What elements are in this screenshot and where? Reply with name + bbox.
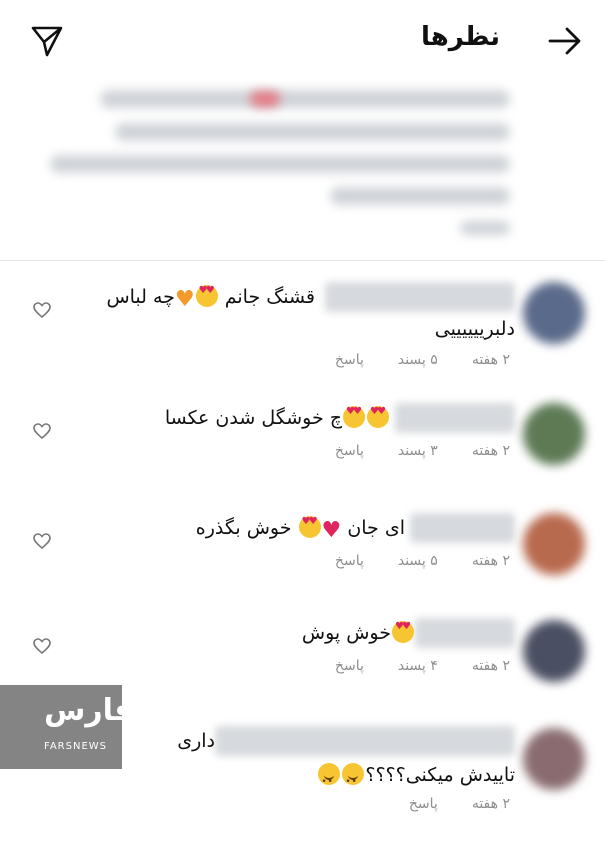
username-blurred[interactable] [395, 403, 515, 433]
divider [0, 260, 605, 261]
reply-button[interactable]: پاسخ [335, 352, 364, 368]
heart-eyes-emoji-icon [298, 516, 321, 538]
heart-outline-icon[interactable] [32, 421, 52, 441]
paper-plane-icon[interactable] [30, 24, 64, 58]
comment-meta: ۲ هفته ۵ پسند پاسخ [335, 553, 510, 569]
comment-text-part: ای جان [347, 517, 405, 539]
comment-text-line2: دلبرییییییی [434, 318, 515, 340]
comment-text-part: تاییدش میکنی؟؟؟؟ [365, 764, 515, 786]
comment-text-line2: تاییدش میکنی؟؟؟؟ [317, 758, 515, 799]
username-blurred[interactable] [410, 513, 515, 543]
reply-button[interactable]: پاسخ [335, 553, 364, 569]
reply-button[interactable]: پاسخ [335, 443, 364, 459]
comment-text: چ خوشگل شدن عکسا [165, 401, 390, 435]
comment-time: ۲ هفته [471, 352, 510, 368]
comment-meta: ۲ هفته ۳ پسند پاسخ [335, 443, 510, 459]
heart-eyes-emoji-icon [343, 406, 365, 428]
heart-eyes-emoji-icon [392, 621, 414, 643]
comment-time: ۲ هفته [471, 796, 510, 812]
comment-text: خوش پوش [302, 616, 415, 650]
comment-text-part: چ خوشگل شدن عکسا [164, 407, 342, 429]
username-blurred[interactable] [325, 282, 515, 312]
comment-text-part: چه لباس [106, 286, 175, 308]
heart-eyes-emoji-icon [367, 406, 389, 428]
comment-text-part: خوش بگذره [195, 517, 292, 539]
comment-meta: ۲ هفته ۵ پسند پاسخ [335, 352, 510, 368]
watermark-text: FARSNEWS [44, 741, 108, 752]
top-bar: نظرها [0, 0, 605, 80]
comment-item: قشنگ جانم ♥چه لباس دلبرییییییی ۲ هفته ۵ … [0, 270, 605, 380]
comment-text-part: قشنگ جانم [224, 286, 315, 308]
comment-time: ۲ هفته [471, 553, 510, 569]
username-blurred[interactable] [215, 726, 515, 756]
username-blurred[interactable] [415, 618, 515, 648]
like-count[interactable]: ۴ پسند [398, 658, 438, 674]
heart-outline-icon[interactable] [32, 531, 52, 551]
comment-item: چ خوشگل شدن عکسا ۲ هفته ۳ پسند پاسخ [0, 393, 605, 493]
smile-emoji-icon [318, 763, 341, 799]
orange-heart-icon: ♥ [174, 287, 195, 312]
like-count[interactable]: ۵ پسند [398, 352, 438, 368]
page-title: نظرها [420, 22, 500, 52]
farsnews-watermark: فارس FARSNEWS [0, 685, 134, 769]
watermark-logo: فارس [44, 693, 134, 728]
heart-outline-icon[interactable] [32, 636, 52, 656]
comment-text: ای جان ♥ خوش بگذره [196, 511, 405, 548]
like-count[interactable]: ۵ پسند [398, 553, 438, 569]
comment-text: قشنگ جانم ♥چه لباس [106, 280, 315, 317]
comment-meta: ۲ هفته ۴ پسند پاسخ [335, 658, 510, 674]
comment-text: داری [177, 730, 215, 752]
arrow-right-icon[interactable] [547, 26, 583, 56]
post-caption-blurred [40, 85, 520, 245]
avatar[interactable] [523, 728, 585, 790]
avatar[interactable] [523, 403, 585, 465]
comment-time: ۲ هفته [471, 443, 510, 459]
comment-text-part: خوش پوش [301, 622, 391, 644]
reply-button[interactable]: پاسخ [335, 658, 364, 674]
like-count[interactable]: ۳ پسند [398, 443, 438, 459]
comment-time: ۲ هفته [471, 658, 510, 674]
reply-button[interactable]: پاسخ [409, 796, 438, 812]
heart-outline-icon[interactable] [32, 300, 52, 320]
red-heart-icon: ♥ [321, 518, 342, 543]
avatar[interactable] [523, 620, 585, 682]
comment-item: ای جان ♥ خوش بگذره ۲ هفته ۵ پسند پاسخ [0, 505, 605, 605]
heart-eyes-emoji-icon [195, 285, 218, 307]
comment-meta: ۲ هفته پاسخ [409, 796, 510, 812]
avatar[interactable] [523, 513, 585, 575]
smile-emoji-icon [342, 763, 365, 799]
avatar[interactable] [523, 282, 585, 344]
